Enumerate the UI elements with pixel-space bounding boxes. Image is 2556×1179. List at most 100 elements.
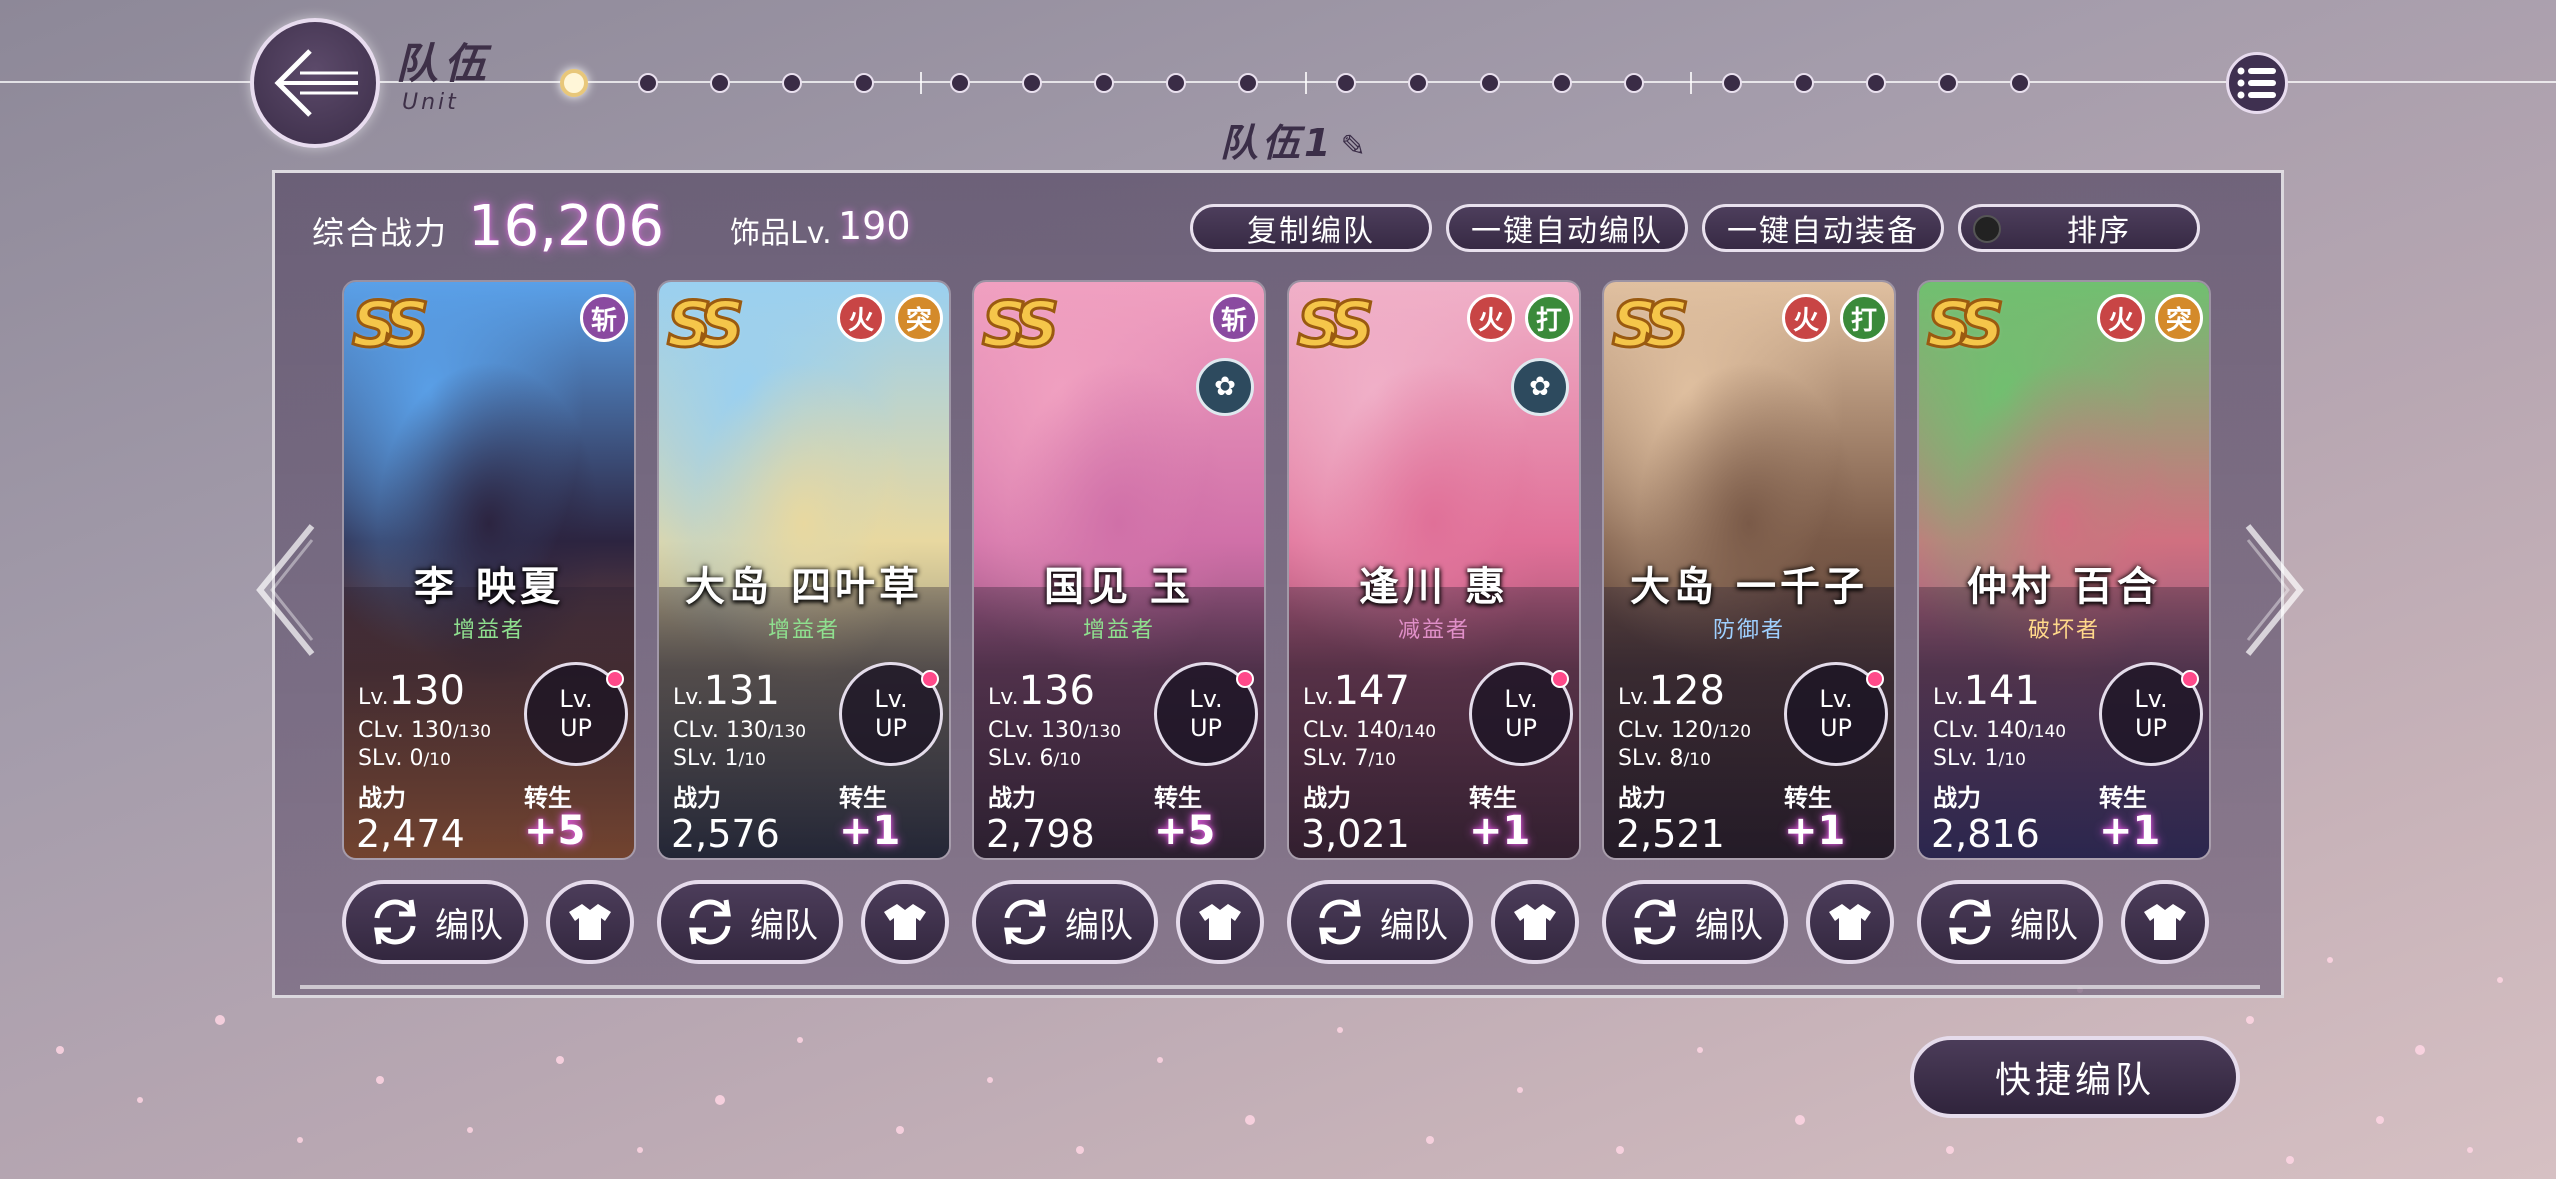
- edit-team-button[interactable]: 编队: [972, 880, 1158, 964]
- slv-value: 6: [1039, 746, 1054, 771]
- edit-team-button[interactable]: 编队: [342, 880, 528, 964]
- menu-button[interactable]: [2226, 52, 2288, 114]
- page-dot[interactable]: [710, 73, 730, 93]
- swap-arrows-icon: [1634, 899, 1676, 945]
- clv-value: 120: [1670, 718, 1713, 743]
- equipment-button[interactable]: [1176, 880, 1264, 964]
- notification-dot-icon: [1236, 670, 1254, 688]
- rarity-ss-icon: SS: [1925, 287, 2005, 363]
- edit-team-button[interactable]: 编队: [1602, 880, 1788, 964]
- swap-arrows-icon: [1319, 899, 1361, 945]
- clv-max: /130: [1082, 722, 1122, 742]
- chevron-right-icon[interactable]: [2240, 520, 2310, 660]
- attribute-badge: 火: [837, 294, 885, 342]
- shirt-icon: [1829, 904, 1871, 940]
- equipment-button[interactable]: [2121, 880, 2209, 964]
- power-label: 战力: [1933, 784, 1981, 812]
- lv-value: 131: [703, 668, 780, 714]
- page-dot[interactable]: [1552, 73, 1572, 93]
- slv-max: /10: [1998, 750, 2026, 770]
- back-button[interactable]: [250, 18, 380, 148]
- character-card[interactable]: SS 斩 ✿ 国见 玉 增益者 Lv.136 CLv. 130/130 SLv.…: [972, 280, 1266, 860]
- page-dot-1[interactable]: [560, 69, 588, 97]
- page-dot[interactable]: [854, 73, 874, 93]
- sort-toggle[interactable]: 排序: [1958, 204, 2200, 252]
- page-dot[interactable]: [1722, 73, 1742, 93]
- clv-row: CLv. 130/130: [673, 718, 806, 743]
- page-dot[interactable]: [1480, 73, 1500, 93]
- swap-arrows-icon: [374, 899, 416, 945]
- attribute-badge: 火: [1782, 294, 1830, 342]
- team-name-text: 队伍1: [1220, 121, 1335, 165]
- lv-label: Lv.: [988, 685, 1019, 710]
- page-dot[interactable]: [1938, 73, 1958, 93]
- quick-team-button[interactable]: 快捷编队: [1910, 1036, 2240, 1118]
- edit-team-label: 编队: [1065, 905, 1133, 946]
- clv-row: CLv. 130/130: [358, 718, 491, 743]
- auto-team-button[interactable]: 一键自动编队: [1446, 204, 1688, 252]
- equipment-button[interactable]: [861, 880, 949, 964]
- page-dot[interactable]: [1794, 73, 1814, 93]
- lvup-label-bottom: UP: [559, 714, 593, 742]
- lvup-label-top: Lv.: [1504, 685, 1538, 714]
- lvup-label-bottom: UP: [1504, 714, 1538, 742]
- page-dot[interactable]: [1238, 73, 1258, 93]
- character-level: Lv.147: [1303, 668, 1410, 714]
- clv-row: CLv. 120/120: [1618, 718, 1751, 743]
- page-dot[interactable]: [1866, 73, 1886, 93]
- equipment-button[interactable]: [1806, 880, 1894, 964]
- edit-team-button[interactable]: 编队: [657, 880, 843, 964]
- character-card[interactable]: SS 斩 李 映夏 增益者 Lv.130 CLv. 130/130 SLv. 0…: [342, 280, 636, 860]
- sort-label: 排序: [2067, 214, 2131, 249]
- edit-team-button[interactable]: 编队: [1287, 880, 1473, 964]
- pencil-icon[interactable]: ✎: [1340, 129, 1369, 164]
- attribute-badge: 打: [1525, 294, 1573, 342]
- notification-dot-icon: [606, 670, 624, 688]
- clv-value: 130: [410, 718, 453, 743]
- slv-max: /10: [1053, 750, 1081, 770]
- attribute-badge: 斩: [1210, 294, 1258, 342]
- page-dot[interactable]: [1022, 73, 1042, 93]
- lv-label: Lv.: [1303, 685, 1334, 710]
- lvup-label-top: Lv.: [1819, 685, 1853, 714]
- page-dot[interactable]: [950, 73, 970, 93]
- clv-label: CLv.: [988, 718, 1034, 743]
- panel-bottom-divider: [300, 985, 2260, 989]
- page-dot[interactable]: [2010, 73, 2030, 93]
- page-dot[interactable]: [1408, 73, 1428, 93]
- page-dot[interactable]: [782, 73, 802, 93]
- notification-dot-icon: [921, 670, 939, 688]
- slv-value: 8: [1669, 746, 1684, 771]
- rarity-ss-icon: SS: [1295, 287, 1375, 363]
- slv-max: /10: [423, 750, 451, 770]
- character-reborn: +5: [1154, 808, 1216, 854]
- page-dot[interactable]: [1624, 73, 1644, 93]
- edit-team-button[interactable]: 编队: [1917, 880, 2103, 964]
- equipment-button[interactable]: [1491, 880, 1579, 964]
- power-label: 战力: [1303, 784, 1351, 812]
- equipment-button[interactable]: [546, 880, 634, 964]
- chevron-left-icon[interactable]: [250, 520, 320, 660]
- slv-label: SLv.: [1933, 746, 1978, 771]
- character-reborn: +1: [1784, 808, 1846, 854]
- clv-max: /140: [1397, 722, 1437, 742]
- page-dot[interactable]: [1094, 73, 1114, 93]
- page-title: 队伍: [396, 39, 493, 88]
- page-dot[interactable]: [1336, 73, 1356, 93]
- character-level: Lv.136: [988, 668, 1095, 714]
- lvup-label-bottom: UP: [1819, 714, 1853, 742]
- character-reborn: +1: [839, 808, 901, 854]
- auto-equip-button[interactable]: 一键自动装备: [1702, 204, 1944, 252]
- team-name[interactable]: 队伍1 ✎: [1220, 112, 1370, 167]
- page-dot[interactable]: [1166, 73, 1186, 93]
- character-card[interactable]: SS 火打 大岛 一千子 防御者 Lv.128 CLv. 120/120 SLv…: [1602, 280, 1896, 860]
- slv-max: /10: [1368, 750, 1396, 770]
- clv-row: CLv. 140/140: [1933, 718, 2066, 743]
- character-card[interactable]: SS 火突 仲村 百合 破坏者 Lv.141 CLv. 140/140 SLv.…: [1917, 280, 2211, 860]
- character-card[interactable]: SS 火打 ✿ 逢川 惠 减益者 Lv.147 CLv. 140/140 SLv…: [1287, 280, 1581, 860]
- lvup-label-top: Lv.: [1189, 685, 1223, 714]
- character-card[interactable]: SS 火突 大岛 四叶草 增益者 Lv.131 CLv. 130/130 SLv…: [657, 280, 951, 860]
- edit-team-label: 编队: [750, 905, 818, 946]
- copy-team-button[interactable]: 复制编队: [1190, 204, 1432, 252]
- page-dot[interactable]: [638, 73, 658, 93]
